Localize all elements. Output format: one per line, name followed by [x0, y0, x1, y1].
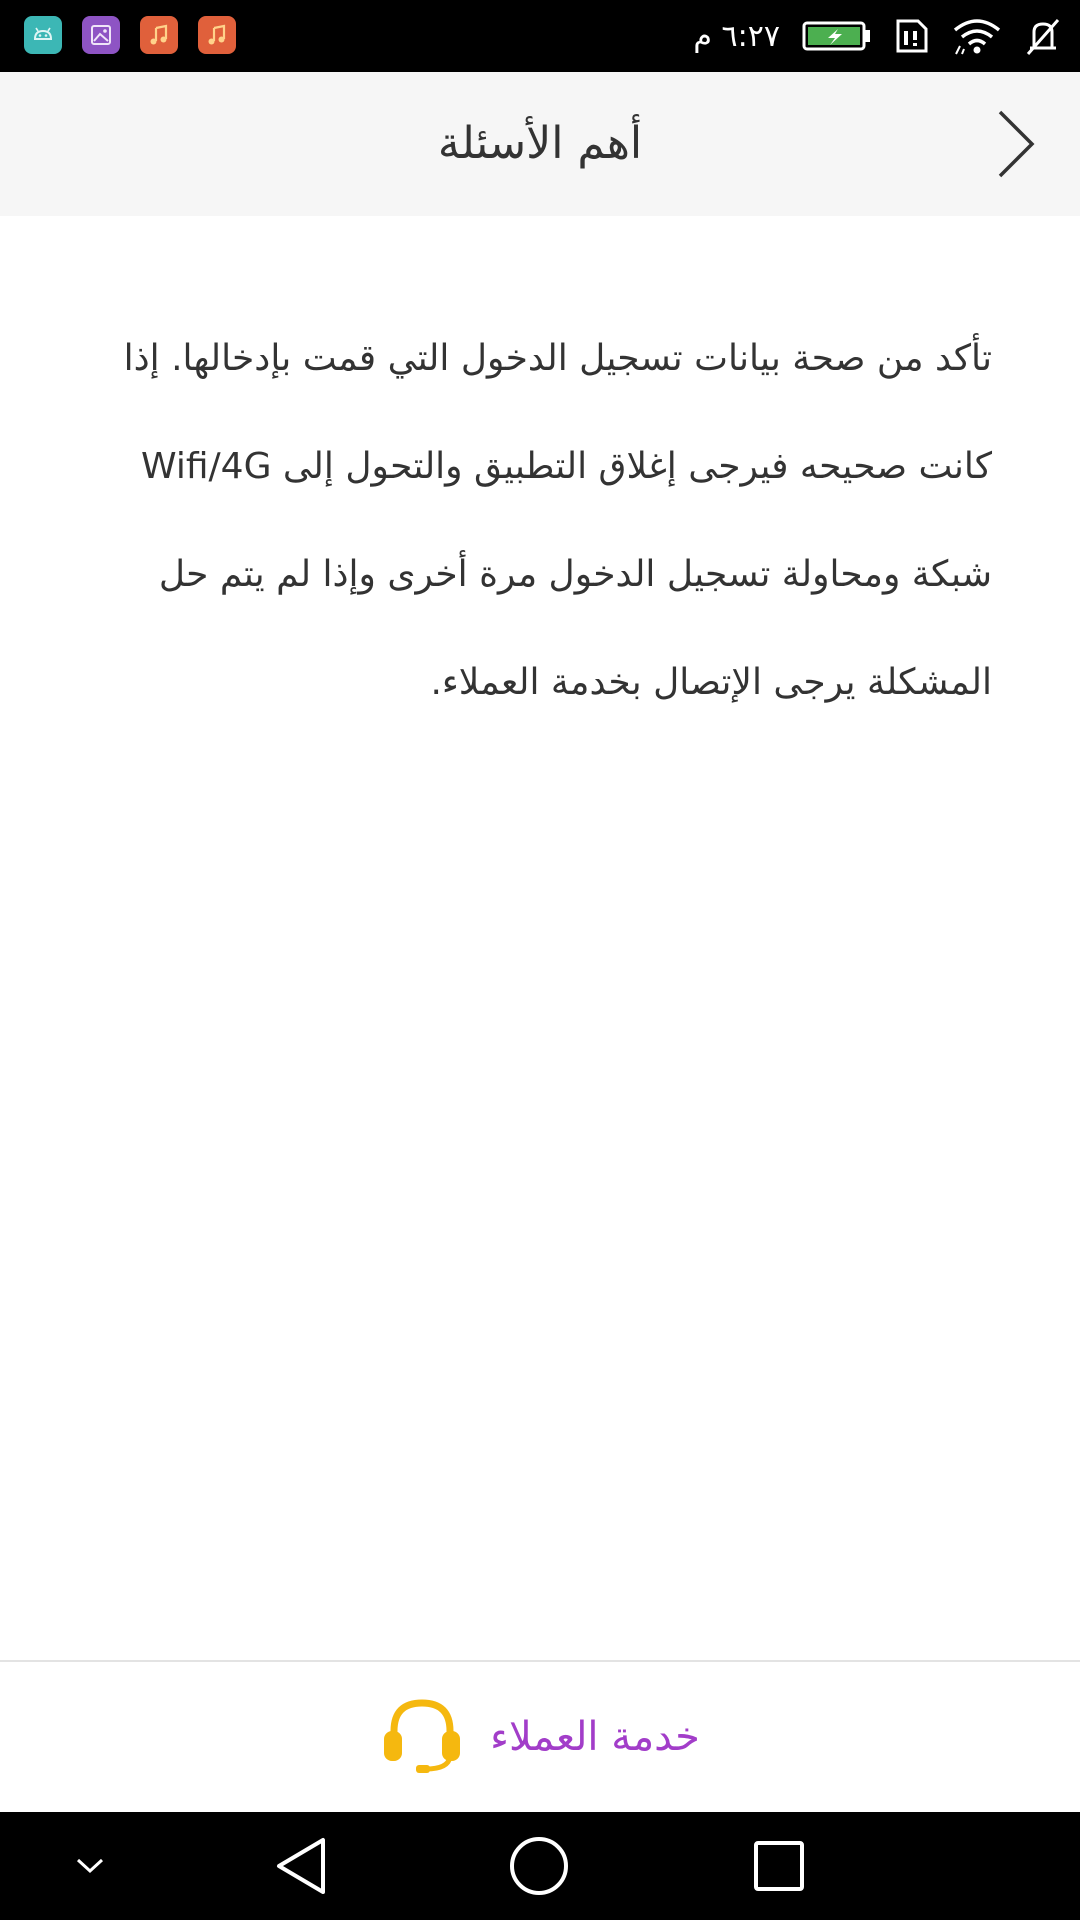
back-nav-button[interactable] [256, 1812, 346, 1920]
recents-square-icon [754, 1841, 804, 1891]
chevron-right-icon [998, 110, 1035, 178]
sim-icon [894, 17, 930, 55]
page-title: أهم الأسئلة [437, 118, 643, 169]
gallery-icon [82, 16, 120, 54]
notification-icons [24, 16, 236, 54]
wifi-icon [952, 16, 1002, 56]
status-time: ٦:٢٧ م [693, 18, 780, 54]
back-button[interactable] [980, 108, 1052, 180]
music-icon [198, 16, 236, 54]
navigation-bar [0, 1812, 1080, 1920]
android-icon [24, 16, 62, 54]
customer-service-button[interactable]: خدمة العملاء [0, 1662, 1080, 1812]
back-triangle-icon [277, 1838, 325, 1894]
answer-text: تأكد من صحة بيانات تسجيل الدخول التي قمت… [123, 338, 992, 703]
home-circle-icon [510, 1837, 568, 1895]
mute-icon [1024, 16, 1062, 56]
customer-service-label: خدمة العملاء [490, 1714, 700, 1760]
chevron-down-icon [76, 1858, 104, 1874]
status-icons: ٦:٢٧ م [693, 0, 1062, 72]
home-button[interactable] [494, 1812, 584, 1920]
music-icon [140, 16, 178, 54]
headset-icon [380, 1695, 464, 1779]
header: أهم الأسئلة [0, 72, 1080, 216]
collapse-button[interactable] [58, 1812, 122, 1920]
recents-button[interactable] [734, 1812, 824, 1920]
status-bar: ٦:٢٧ م [0, 0, 1080, 72]
battery-icon [802, 19, 872, 53]
screen: ٦:٢٧ م أهم الأسئلة تأكد من صحة بيانات تس… [0, 0, 1080, 1920]
